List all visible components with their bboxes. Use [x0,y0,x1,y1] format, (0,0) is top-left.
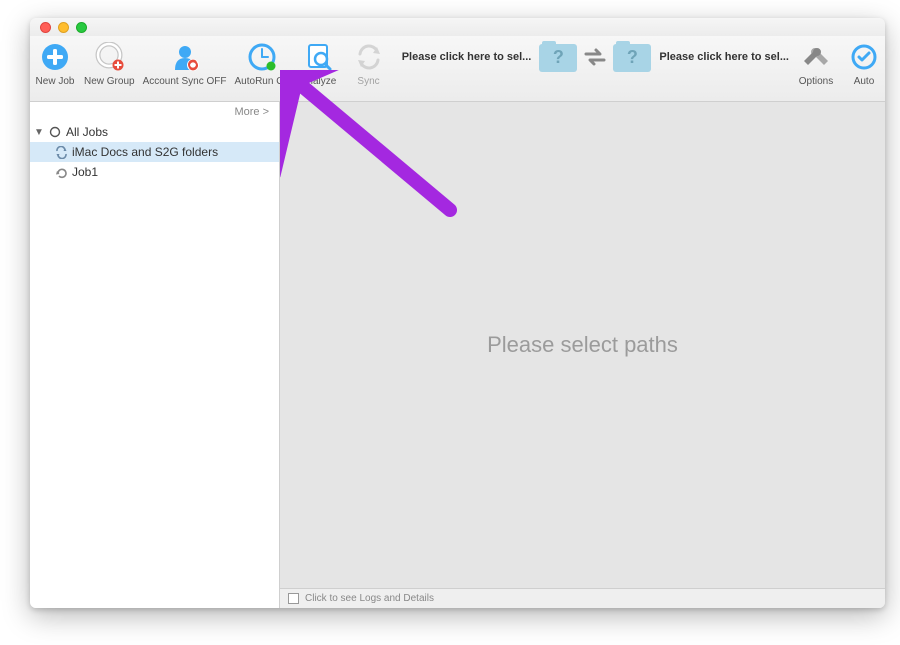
footer-checkbox[interactable] [288,593,299,604]
new-group-button[interactable]: New Group [80,40,139,98]
swap-arrows-icon[interactable] [581,40,609,74]
options-button[interactable]: Options [791,40,841,98]
analyze-button[interactable]: Analyze [294,40,344,98]
tools-icon [799,40,833,74]
tree-item[interactable]: iMac Docs and S2G folders [30,142,279,162]
account-sync-label: Account Sync OFF [143,76,227,87]
toolbar: New Job New Group [30,36,885,102]
tree-root-row[interactable]: ▼ All Jobs [30,122,279,142]
tree-item[interactable]: Job1 [30,162,279,182]
new-job-button[interactable]: New Job [30,40,80,98]
window-close-button[interactable] [40,22,51,33]
sync-arrows-icon [352,40,386,74]
autorun-label: AutoRun On [235,76,290,87]
left-path-selector[interactable]: Please click here to sel... ? [402,40,580,74]
autorun-button[interactable]: AutoRun On [231,40,294,98]
sync-small-icon [54,145,68,159]
folder-question-icon: ? [611,40,653,74]
right-path-prompt: Please click here to sel... [659,51,789,63]
window-minimize-button[interactable] [58,22,69,33]
toolbar-left-group: New Job New Group [30,40,394,98]
sidebar-more-link[interactable]: More > [30,102,279,122]
user-sync-icon [168,40,202,74]
clock-check-icon [847,40,881,74]
new-job-label: New Job [36,76,75,87]
content-area: More > ▼ All Jobs iMac Docs and [30,102,885,608]
tree-root-label: All Jobs [66,125,108,139]
circle-icon [48,125,62,139]
clock-autorun-icon [245,40,279,74]
placeholder-message: Please select paths [487,332,678,358]
sync-button[interactable]: Sync [344,40,394,98]
disclosure-triangle-icon[interactable]: ▼ [34,127,44,138]
folder-question-icon: ? [537,40,579,74]
analyze-label: Analyze [301,76,337,87]
sidebar: More > ▼ All Jobs iMac Docs and [30,102,280,608]
account-sync-button[interactable]: Account Sync OFF [139,40,231,98]
toolbar-right-group: Please click here to sel... ? ? Please c… [402,40,885,98]
main-center: Please select paths [280,102,885,588]
auto-button[interactable]: Auto [843,40,885,98]
left-path-prompt: Please click here to sel... [402,51,532,63]
magnify-document-icon [302,40,336,74]
options-label: Options [799,76,833,87]
footer-text: Click to see Logs and Details [305,593,434,604]
new-group-label: New Group [84,76,135,87]
right-path-selector[interactable]: ? Please click here to sel... [611,40,789,74]
window-zoom-button[interactable] [76,22,87,33]
main-panel: Please select paths Click to see Logs an… [280,102,885,608]
refresh-small-icon [54,165,68,179]
sync-label: Sync [357,76,379,87]
app-window: New Job New Group [30,18,885,608]
plus-circle-icon [38,40,72,74]
tree-item-label: Job1 [72,165,98,179]
group-plus-icon [92,40,126,74]
auto-label: Auto [854,76,875,87]
window-titlebar [30,18,885,36]
footer-bar[interactable]: Click to see Logs and Details [280,588,885,608]
tree-item-label: iMac Docs and S2G folders [72,145,218,159]
